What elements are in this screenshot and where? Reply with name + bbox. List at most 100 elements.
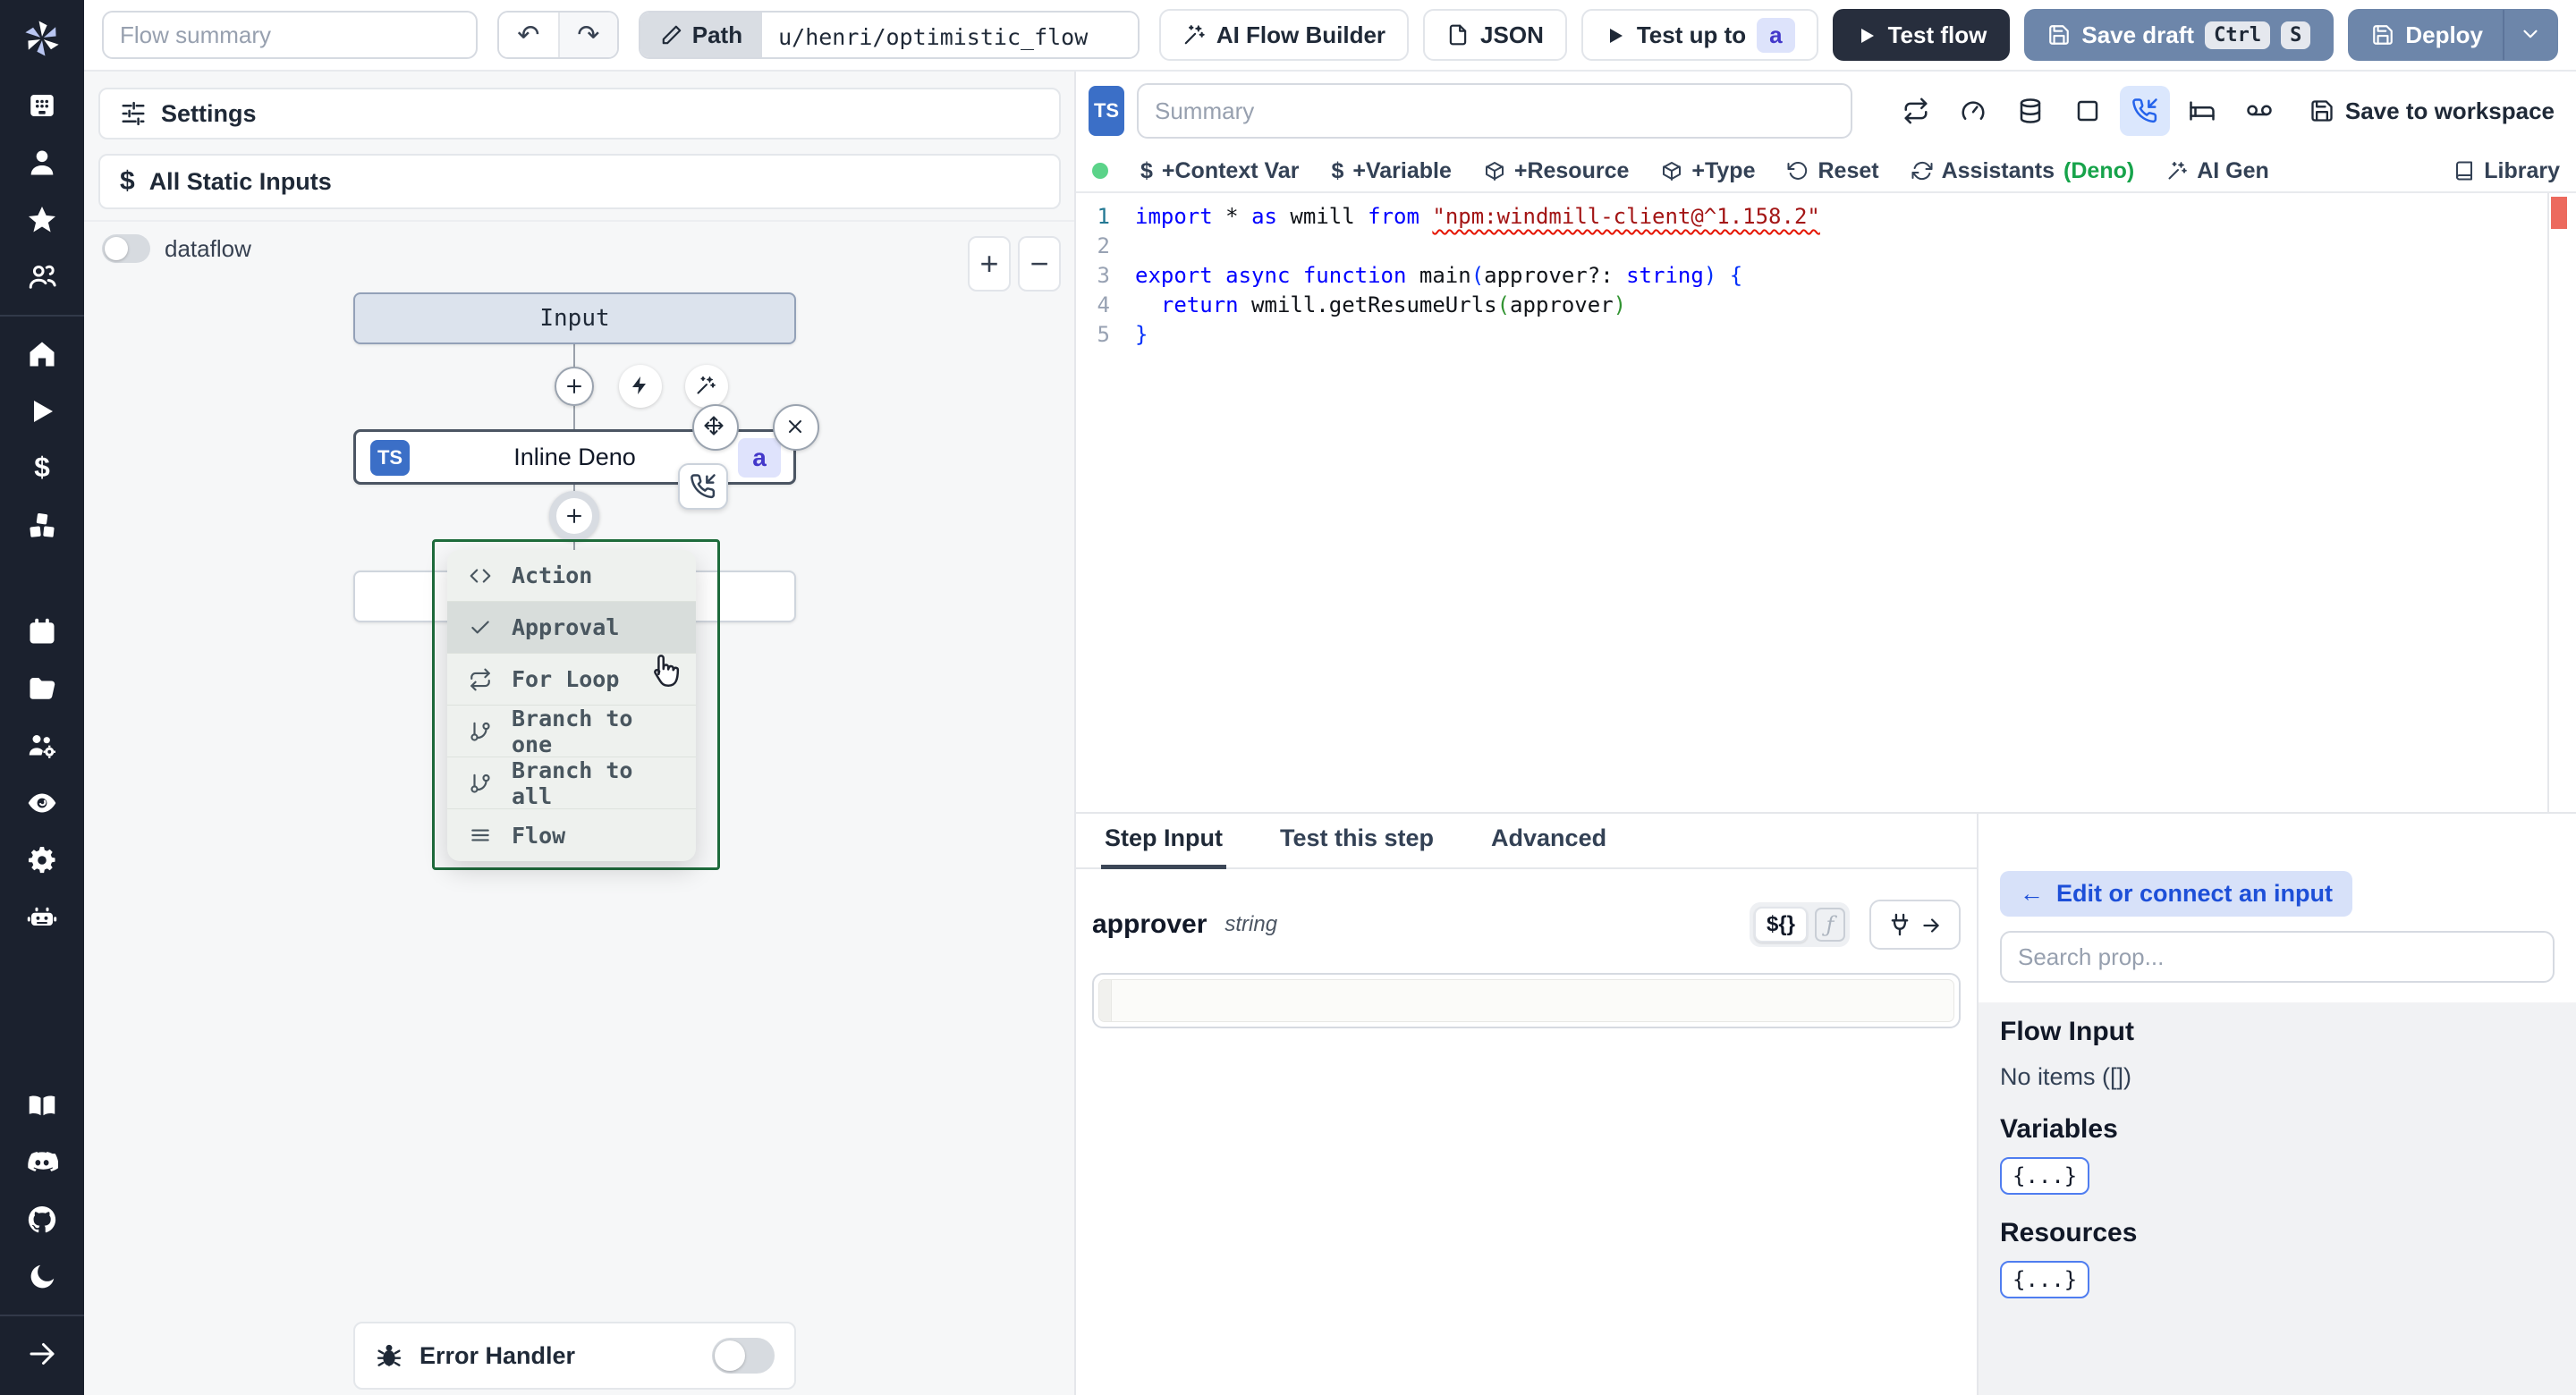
- windmill-logo-icon[interactable]: [0, 0, 84, 77]
- retries-button[interactable]: [1891, 86, 1941, 136]
- flow-summary-input[interactable]: [102, 11, 478, 59]
- typescript-badge: TS: [1089, 86, 1124, 136]
- zoom-in-button[interactable]: +: [968, 236, 1011, 292]
- ai-flow-builder-button[interactable]: AI Flow Builder: [1158, 9, 1410, 61]
- sidebar-dollar-icon[interactable]: $: [0, 440, 84, 497]
- error-handler-toggle[interactable]: [712, 1338, 775, 1374]
- cache-button[interactable]: [2005, 86, 2055, 136]
- sidebar-book-open-icon[interactable]: [0, 1077, 84, 1134]
- resource-button[interactable]: +Resource: [1484, 158, 1629, 184]
- wand-icon: [1182, 23, 1206, 46]
- save-to-workspace-button[interactable]: Save to workspace: [2297, 97, 2563, 125]
- tab-advanced[interactable]: Advanced: [1487, 812, 1610, 869]
- add-trigger-button[interactable]: [619, 365, 662, 408]
- sidebar-folder-icon[interactable]: [0, 660, 84, 717]
- undo-button[interactable]: ↶: [498, 13, 558, 57]
- library-button[interactable]: Library: [2453, 158, 2560, 184]
- field-value-editor[interactable]: [1092, 973, 1961, 1028]
- windmill-flow-builder: $ ↶ ↷ Path AI Flow Builder: [0, 0, 2576, 1395]
- summary-input[interactable]: [1137, 83, 1852, 139]
- package-icon: [1661, 160, 1682, 182]
- error-handler-card[interactable]: Error Handler: [353, 1322, 796, 1390]
- sidebar-discord-icon[interactable]: [0, 1134, 84, 1191]
- deno-language-label: (Deno): [2063, 157, 2135, 183]
- path-button[interactable]: Path: [640, 13, 763, 57]
- sidebar-user-icon[interactable]: [0, 134, 84, 191]
- sidebar-moon-icon[interactable]: [0, 1248, 84, 1306]
- context-var-button[interactable]: $ +Context Var: [1140, 158, 1299, 184]
- all-static-inputs-card[interactable]: $ All Static Inputs: [98, 154, 1061, 209]
- sidebar-play-icon[interactable]: [0, 383, 84, 440]
- menu-item-for-loop[interactable]: For Loop: [447, 654, 696, 706]
- node-label: Inline Deno: [513, 443, 636, 470]
- flow-graph-panel: Settings $ All Static Inputs dataflow + …: [84, 72, 1076, 1395]
- menu-item-flow[interactable]: Flow: [447, 809, 696, 861]
- sidebar-arrow-right-icon[interactable]: [0, 1325, 84, 1382]
- concurrency-button[interactable]: [2234, 86, 2284, 136]
- json-button[interactable]: JSON: [1423, 9, 1567, 61]
- sidebar-star-icon[interactable]: [0, 191, 84, 249]
- sleep-button[interactable]: [2177, 86, 2227, 136]
- move-node-button[interactable]: [692, 404, 739, 451]
- code-editor[interactable]: 1 import * as wmill from "npm:windmill-cl…: [1076, 193, 2576, 812]
- mock-button[interactable]: [2063, 86, 2113, 136]
- step-input-section: Step Input Test this step Advanced approve…: [1076, 814, 1977, 1395]
- add-step-button-hover[interactable]: [549, 491, 599, 541]
- tab-step-input[interactable]: Step Input: [1101, 812, 1226, 869]
- refresh-cw-icon: [1911, 160, 1933, 182]
- menu-item-approval[interactable]: Approval: [447, 602, 696, 654]
- path-input[interactable]: [762, 13, 1138, 57]
- add-step-button[interactable]: [555, 367, 594, 406]
- wand-icon: [695, 375, 718, 398]
- field-type: string: [1224, 912, 1278, 936]
- early-stop-button[interactable]: [1948, 86, 1998, 136]
- resources-object-badge[interactable]: {...}: [2000, 1261, 2090, 1298]
- plug-icon: [1887, 912, 1912, 937]
- suspend-badge[interactable]: [678, 463, 728, 510]
- test-up-to-button[interactable]: Test up to a: [1580, 9, 1818, 61]
- sidebar-home-icon[interactable]: [0, 326, 84, 383]
- type-button[interactable]: +Type: [1661, 158, 1755, 184]
- ai-gen-button[interactable]: AI Gen: [2166, 158, 2269, 184]
- edit-or-connect-button[interactable]: ← Edit or connect an input: [2000, 871, 2352, 917]
- ai-suggest-button[interactable]: [685, 365, 728, 408]
- variables-object-badge[interactable]: {...}: [2000, 1157, 2090, 1195]
- deploy-button[interactable]: Deploy: [2348, 9, 2559, 61]
- square-icon: [2074, 97, 2101, 124]
- chevron-down-icon[interactable]: [2519, 22, 2544, 47]
- sidebar-grid-icon[interactable]: [0, 77, 84, 134]
- bed-icon: [2189, 97, 2216, 124]
- variable-button[interactable]: $ +Variable: [1331, 158, 1451, 184]
- sidebar-users-gear-icon[interactable]: [0, 717, 84, 774]
- connect-input-button[interactable]: [1869, 900, 1961, 950]
- dataflow-row: dataflow: [102, 234, 251, 263]
- tab-test-this-step[interactable]: Test this step: [1276, 812, 1437, 869]
- sidebar-bot-icon[interactable]: [0, 889, 84, 946]
- suspend-button[interactable]: [2119, 86, 2170, 136]
- topbar: ↶ ↷ Path AI Flow Builder JSON Test up to…: [84, 0, 2576, 72]
- sidebar-boxes-icon[interactable]: [0, 497, 84, 554]
- menu-item-branch-to-all[interactable]: Branch to all: [447, 757, 696, 809]
- sidebar-gear-icon[interactable]: [0, 832, 84, 889]
- menu-item-branch-to-one[interactable]: Branch to one: [447, 706, 696, 757]
- delete-node-button[interactable]: [773, 404, 819, 451]
- dollar-icon: $: [1331, 157, 1344, 183]
- javascript-mode-button[interactable]: ƒ: [1815, 908, 1845, 942]
- assistants-button[interactable]: Assistants (Deno): [1911, 157, 2135, 184]
- save-draft-button[interactable]: Save draft Ctrl S: [2024, 9, 2334, 61]
- sidebar-github-icon[interactable]: [0, 1191, 84, 1248]
- git-branch-icon: [469, 772, 492, 795]
- input-node[interactable]: Input: [353, 292, 796, 344]
- sidebar-users-icon[interactable]: [0, 249, 84, 306]
- reset-button[interactable]: Reset: [1787, 158, 1879, 184]
- zoom-out-button[interactable]: −: [1018, 236, 1061, 292]
- search-prop-input[interactable]: [2000, 931, 2555, 983]
- flow-settings-card[interactable]: Settings: [98, 88, 1061, 140]
- dataflow-toggle[interactable]: [102, 234, 150, 263]
- sidebar-calendar-icon[interactable]: [0, 603, 84, 660]
- menu-item-action[interactable]: Action: [447, 550, 696, 602]
- test-flow-button[interactable]: Test flow: [1832, 9, 2011, 61]
- sidebar-eye-icon[interactable]: [0, 774, 84, 832]
- static-mode-button[interactable]: ${}: [1753, 907, 1808, 943]
- redo-button[interactable]: ↷: [557, 13, 617, 57]
